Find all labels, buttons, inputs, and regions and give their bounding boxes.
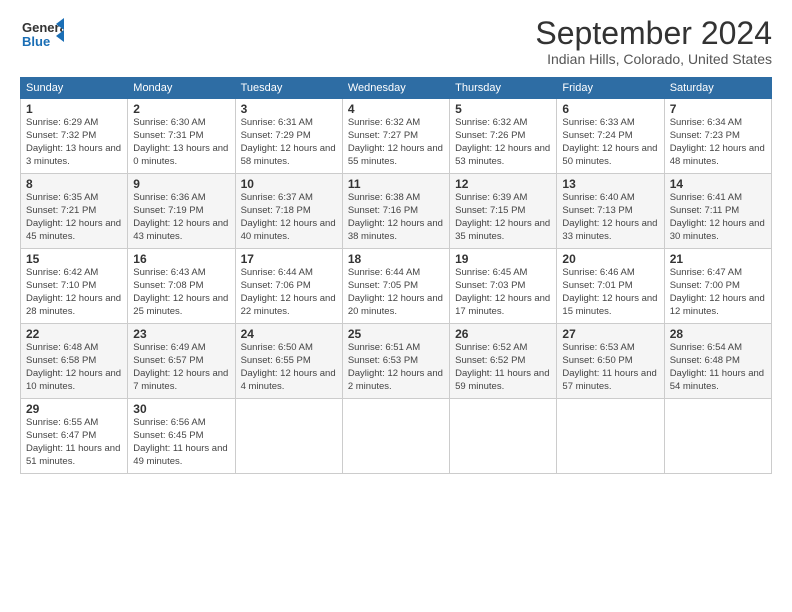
- day-cell-30: 30 Sunrise: 6:56 AMSunset: 6:45 PMDaylig…: [128, 399, 235, 474]
- empty-cell-3: [450, 399, 557, 474]
- empty-cell-5: [664, 399, 771, 474]
- day-cell-7: 7 Sunrise: 6:34 AMSunset: 7:23 PMDayligh…: [664, 99, 771, 174]
- day-cell-17: 17 Sunrise: 6:44 AMSunset: 7:06 PMDaylig…: [235, 249, 342, 324]
- day-cell-29: 29 Sunrise: 6:55 AMSunset: 6:47 PMDaylig…: [21, 399, 128, 474]
- day-cell-8: 8 Sunrise: 6:35 AMSunset: 7:21 PMDayligh…: [21, 174, 128, 249]
- day-cell-16: 16 Sunrise: 6:43 AMSunset: 7:08 PMDaylig…: [128, 249, 235, 324]
- day-cell-18: 18 Sunrise: 6:44 AMSunset: 7:05 PMDaylig…: [342, 249, 449, 324]
- day-cell-13: 13 Sunrise: 6:40 AMSunset: 7:13 PMDaylig…: [557, 174, 664, 249]
- day-cell-22: 22 Sunrise: 6:48 AMSunset: 6:58 PMDaylig…: [21, 324, 128, 399]
- day-cell-3: 3 Sunrise: 6:31 AMSunset: 7:29 PMDayligh…: [235, 99, 342, 174]
- page: General Blue September 2024 Indian Hills…: [0, 0, 792, 612]
- day-cell-19: 19 Sunrise: 6:45 AMSunset: 7:03 PMDaylig…: [450, 249, 557, 324]
- day-cell-27: 27 Sunrise: 6:53 AMSunset: 6:50 PMDaylig…: [557, 324, 664, 399]
- week-row-2: 8 Sunrise: 6:35 AMSunset: 7:21 PMDayligh…: [21, 174, 772, 249]
- col-monday: Monday: [128, 78, 235, 99]
- day-cell-2: 2 Sunrise: 6:30 AMSunset: 7:31 PMDayligh…: [128, 99, 235, 174]
- day-cell-23: 23 Sunrise: 6:49 AMSunset: 6:57 PMDaylig…: [128, 324, 235, 399]
- day-cell-21: 21 Sunrise: 6:47 AMSunset: 7:00 PMDaylig…: [664, 249, 771, 324]
- day-cell-9: 9 Sunrise: 6:36 AMSunset: 7:19 PMDayligh…: [128, 174, 235, 249]
- empty-cell-4: [557, 399, 664, 474]
- day-cell-26: 26 Sunrise: 6:52 AMSunset: 6:52 PMDaylig…: [450, 324, 557, 399]
- day-cell-1: 1 Sunrise: 6:29 AMSunset: 7:32 PMDayligh…: [21, 99, 128, 174]
- logo: General Blue: [20, 16, 64, 61]
- svg-text:General: General: [22, 20, 64, 35]
- week-row-4: 22 Sunrise: 6:48 AMSunset: 6:58 PMDaylig…: [21, 324, 772, 399]
- header: General Blue September 2024 Indian Hills…: [20, 16, 772, 67]
- week-row-5: 29 Sunrise: 6:55 AMSunset: 6:47 PMDaylig…: [21, 399, 772, 474]
- col-wednesday: Wednesday: [342, 78, 449, 99]
- page-title: September 2024: [535, 16, 772, 51]
- day-cell-20: 20 Sunrise: 6:46 AMSunset: 7:01 PMDaylig…: [557, 249, 664, 324]
- day-cell-12: 12 Sunrise: 6:39 AMSunset: 7:15 PMDaylig…: [450, 174, 557, 249]
- col-tuesday: Tuesday: [235, 78, 342, 99]
- logo-icon: General Blue: [20, 16, 64, 56]
- day-cell-6: 6 Sunrise: 6:33 AMSunset: 7:24 PMDayligh…: [557, 99, 664, 174]
- day-cell-5: 5 Sunrise: 6:32 AMSunset: 7:26 PMDayligh…: [450, 99, 557, 174]
- day-cell-28: 28 Sunrise: 6:54 AMSunset: 6:48 PMDaylig…: [664, 324, 771, 399]
- col-friday: Friday: [557, 78, 664, 99]
- page-subtitle: Indian Hills, Colorado, United States: [535, 51, 772, 67]
- col-saturday: Saturday: [664, 78, 771, 99]
- day-cell-11: 11 Sunrise: 6:38 AMSunset: 7:16 PMDaylig…: [342, 174, 449, 249]
- day-cell-15: 15 Sunrise: 6:42 AMSunset: 7:10 PMDaylig…: [21, 249, 128, 324]
- day-cell-4: 4 Sunrise: 6:32 AMSunset: 7:27 PMDayligh…: [342, 99, 449, 174]
- week-row-1: 1 Sunrise: 6:29 AMSunset: 7:32 PMDayligh…: [21, 99, 772, 174]
- title-block: September 2024 Indian Hills, Colorado, U…: [535, 16, 772, 67]
- calendar-table: Sunday Monday Tuesday Wednesday Thursday…: [20, 77, 772, 474]
- day-cell-10: 10 Sunrise: 6:37 AMSunset: 7:18 PMDaylig…: [235, 174, 342, 249]
- day-cell-14: 14 Sunrise: 6:41 AMSunset: 7:11 PMDaylig…: [664, 174, 771, 249]
- col-thursday: Thursday: [450, 78, 557, 99]
- day-cell-25: 25 Sunrise: 6:51 AMSunset: 6:53 PMDaylig…: [342, 324, 449, 399]
- week-row-3: 15 Sunrise: 6:42 AMSunset: 7:10 PMDaylig…: [21, 249, 772, 324]
- calendar-header-row: Sunday Monday Tuesday Wednesday Thursday…: [21, 78, 772, 99]
- empty-cell-2: [342, 399, 449, 474]
- svg-text:Blue: Blue: [22, 34, 50, 49]
- day-cell-24: 24 Sunrise: 6:50 AMSunset: 6:55 PMDaylig…: [235, 324, 342, 399]
- col-sunday: Sunday: [21, 78, 128, 99]
- empty-cell-1: [235, 399, 342, 474]
